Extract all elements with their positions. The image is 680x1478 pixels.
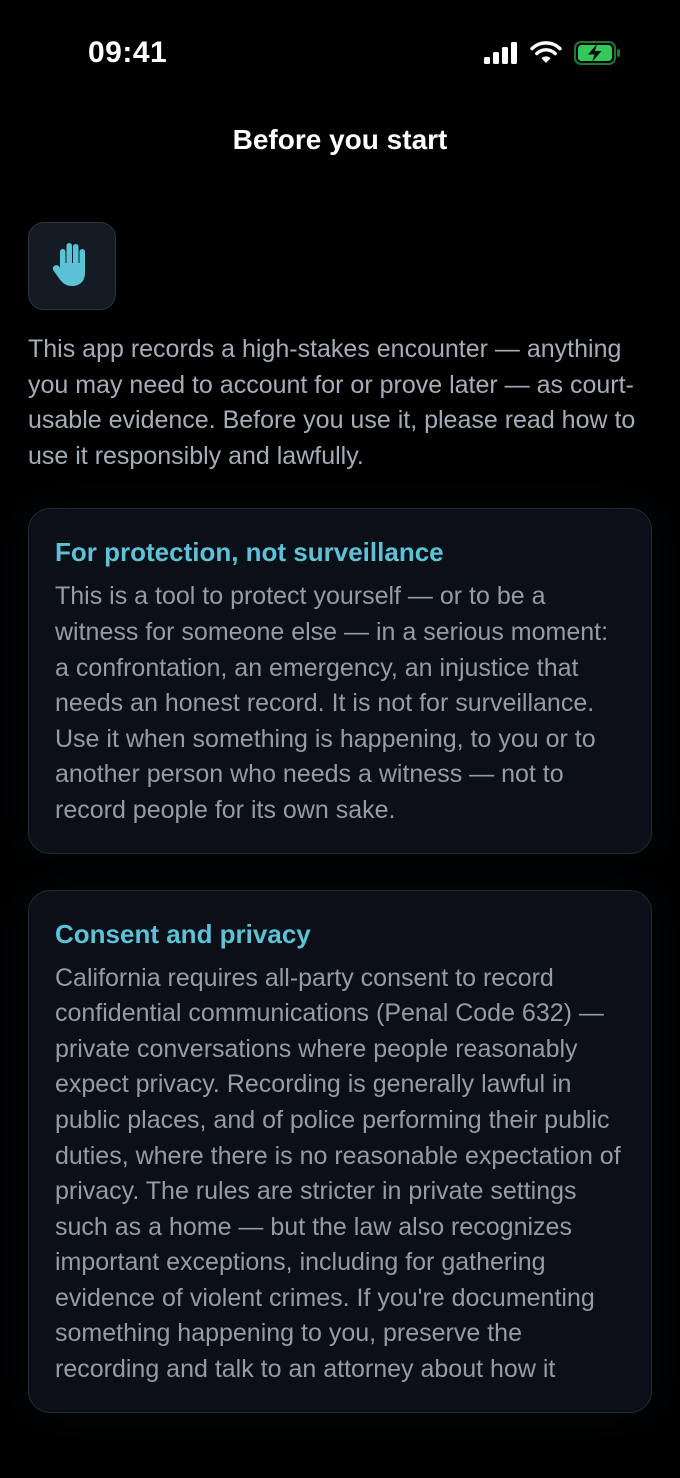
section-body: This is a tool to protect yourself — or … [55, 582, 609, 824]
wifi-icon [530, 40, 562, 70]
battery-charging-icon [574, 40, 620, 70]
status-bar: 09:41 [0, 0, 680, 110]
status-icons [484, 40, 620, 70]
hero-icon-tile [28, 222, 116, 310]
intro-text: This app records a high-stakes encounter… [28, 335, 636, 470]
page-title: Before you start [232, 124, 448, 155]
section-card-protection: For protection, not surveillance This is… [28, 508, 652, 854]
section-body: California requires all-party consent to… [55, 963, 621, 1384]
section-title: Consent and privacy [55, 918, 311, 949]
section-card-consent: Consent and privacy California requires … [28, 889, 652, 1413]
hand-raised-icon [52, 241, 92, 292]
section-title: For protection, not surveillance [55, 537, 444, 568]
status-time: 09:41 [88, 36, 168, 69]
signal-icon [484, 41, 518, 69]
onboarding-content: This app records a high-stakes encounter… [28, 222, 652, 1413]
